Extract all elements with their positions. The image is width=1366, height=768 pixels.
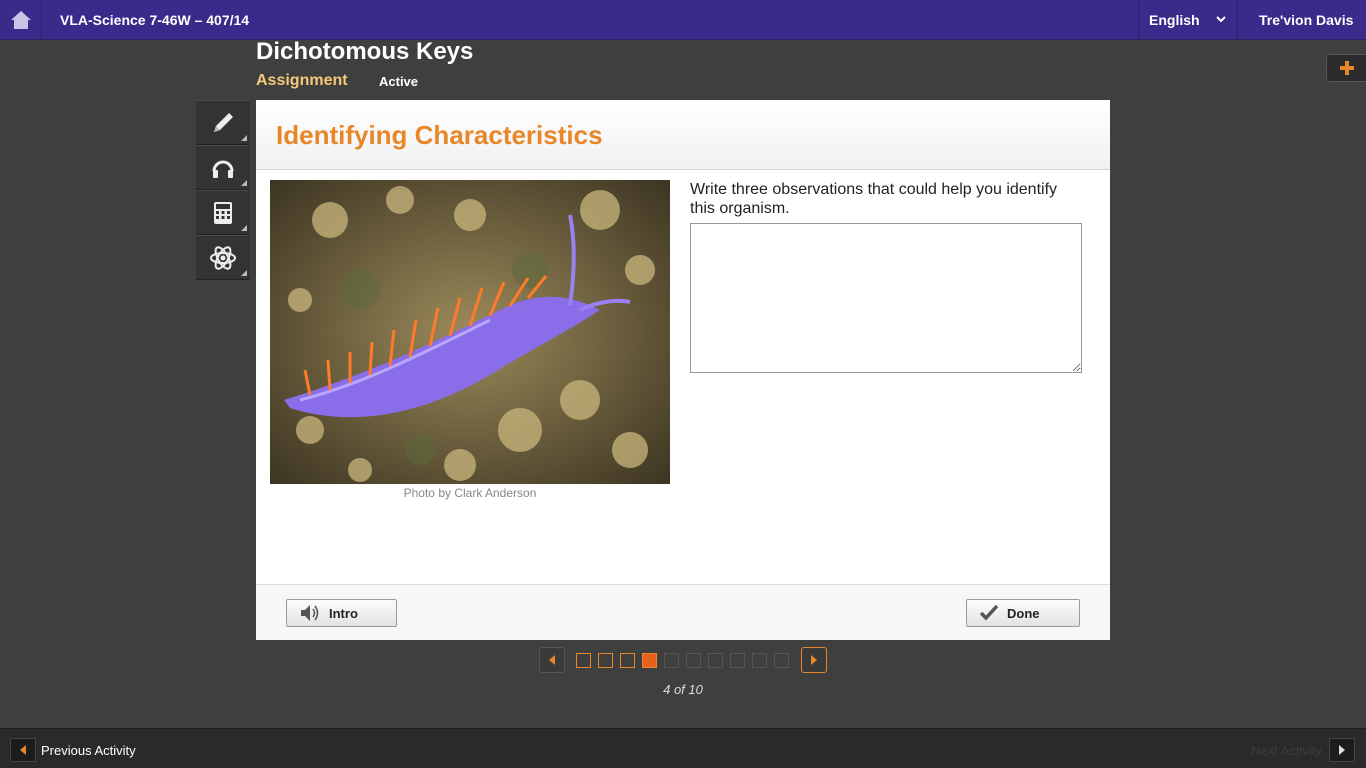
- done-label: Done: [1007, 605, 1040, 621]
- atom-icon: [210, 245, 236, 270]
- language-select[interactable]: English: [1138, 0, 1238, 40]
- photo-credit: Photo by Clark Anderson: [403, 486, 537, 500]
- top-bar: VLA-Science 7-46W – 407/14 English Tre'v…: [0, 0, 1366, 40]
- page-navigator: [539, 647, 829, 673]
- plus-icon: [1339, 61, 1354, 75]
- headphones-icon: [212, 160, 234, 178]
- bottom-nav: Previous Activity Next Activity: [0, 728, 1366, 768]
- page-indicator-4[interactable]: [642, 653, 657, 668]
- activity-footer: Intro Done: [256, 584, 1110, 640]
- page-indicator-10[interactable]: [774, 653, 789, 668]
- pencil-icon: [214, 112, 233, 132]
- arrow-left-icon: [20, 745, 26, 755]
- calculator-icon: [214, 201, 232, 224]
- status-label: Active: [379, 74, 419, 89]
- page-indicator-1[interactable]: [576, 653, 591, 668]
- lesson-title: Dichotomous Keys: [256, 38, 474, 65]
- question-prompt: Write three observations that could help…: [690, 181, 1058, 217]
- activity-panel: Identifying Characteristics Photo by Cla…: [256, 100, 1110, 640]
- page-indicator-9[interactable]: [752, 653, 767, 668]
- intro-button[interactable]: Intro: [286, 599, 397, 627]
- arrow-left-icon: [549, 655, 555, 665]
- assignment-label: Assignment: [256, 72, 348, 89]
- page-count: 4 of 10: [663, 682, 703, 697]
- chevron-down-icon: [1216, 16, 1226, 23]
- next-activity-label: Next Activity: [1251, 743, 1322, 758]
- tool-audio[interactable]: [196, 145, 250, 190]
- page-indicator-5[interactable]: [664, 653, 679, 668]
- page-indicators: [576, 653, 789, 668]
- answer-field[interactable]: [690, 223, 1082, 373]
- organism-photo: [270, 180, 670, 484]
- next-page-button[interactable]: [801, 647, 827, 673]
- tool-sidebar: [196, 100, 250, 280]
- page-indicator-7[interactable]: [708, 653, 723, 668]
- activity-title: Identifying Characteristics: [276, 120, 603, 150]
- page-indicator-3[interactable]: [620, 653, 635, 668]
- previous-page-button[interactable]: [539, 647, 565, 673]
- user-name[interactable]: Tre'vion Davis: [1259, 12, 1353, 28]
- tool-calculator[interactable]: [196, 190, 250, 235]
- arrow-right-icon: [1339, 745, 1345, 755]
- speaker-icon: [299, 603, 321, 623]
- done-button[interactable]: Done: [966, 599, 1080, 627]
- add-button[interactable]: [1326, 54, 1366, 82]
- language-value: English: [1149, 12, 1200, 28]
- page-indicator-6[interactable]: [686, 653, 701, 668]
- previous-activity-button[interactable]: [10, 738, 36, 762]
- page-indicator-2[interactable]: [598, 653, 613, 668]
- home-icon: [10, 11, 31, 29]
- previous-activity-label[interactable]: Previous Activity: [41, 743, 136, 758]
- intro-label: Intro: [329, 605, 358, 621]
- course-title: VLA-Science 7-46W – 407/14: [60, 12, 250, 28]
- next-activity-button[interactable]: [1329, 738, 1355, 762]
- activity-header: Identifying Characteristics: [256, 100, 1110, 170]
- tool-pencil[interactable]: [196, 100, 250, 145]
- page-indicator-8[interactable]: [730, 653, 745, 668]
- checkmark-icon: [979, 604, 999, 622]
- arrow-right-icon: [811, 655, 817, 665]
- tool-science[interactable]: [196, 235, 250, 280]
- home-button[interactable]: [0, 0, 42, 40]
